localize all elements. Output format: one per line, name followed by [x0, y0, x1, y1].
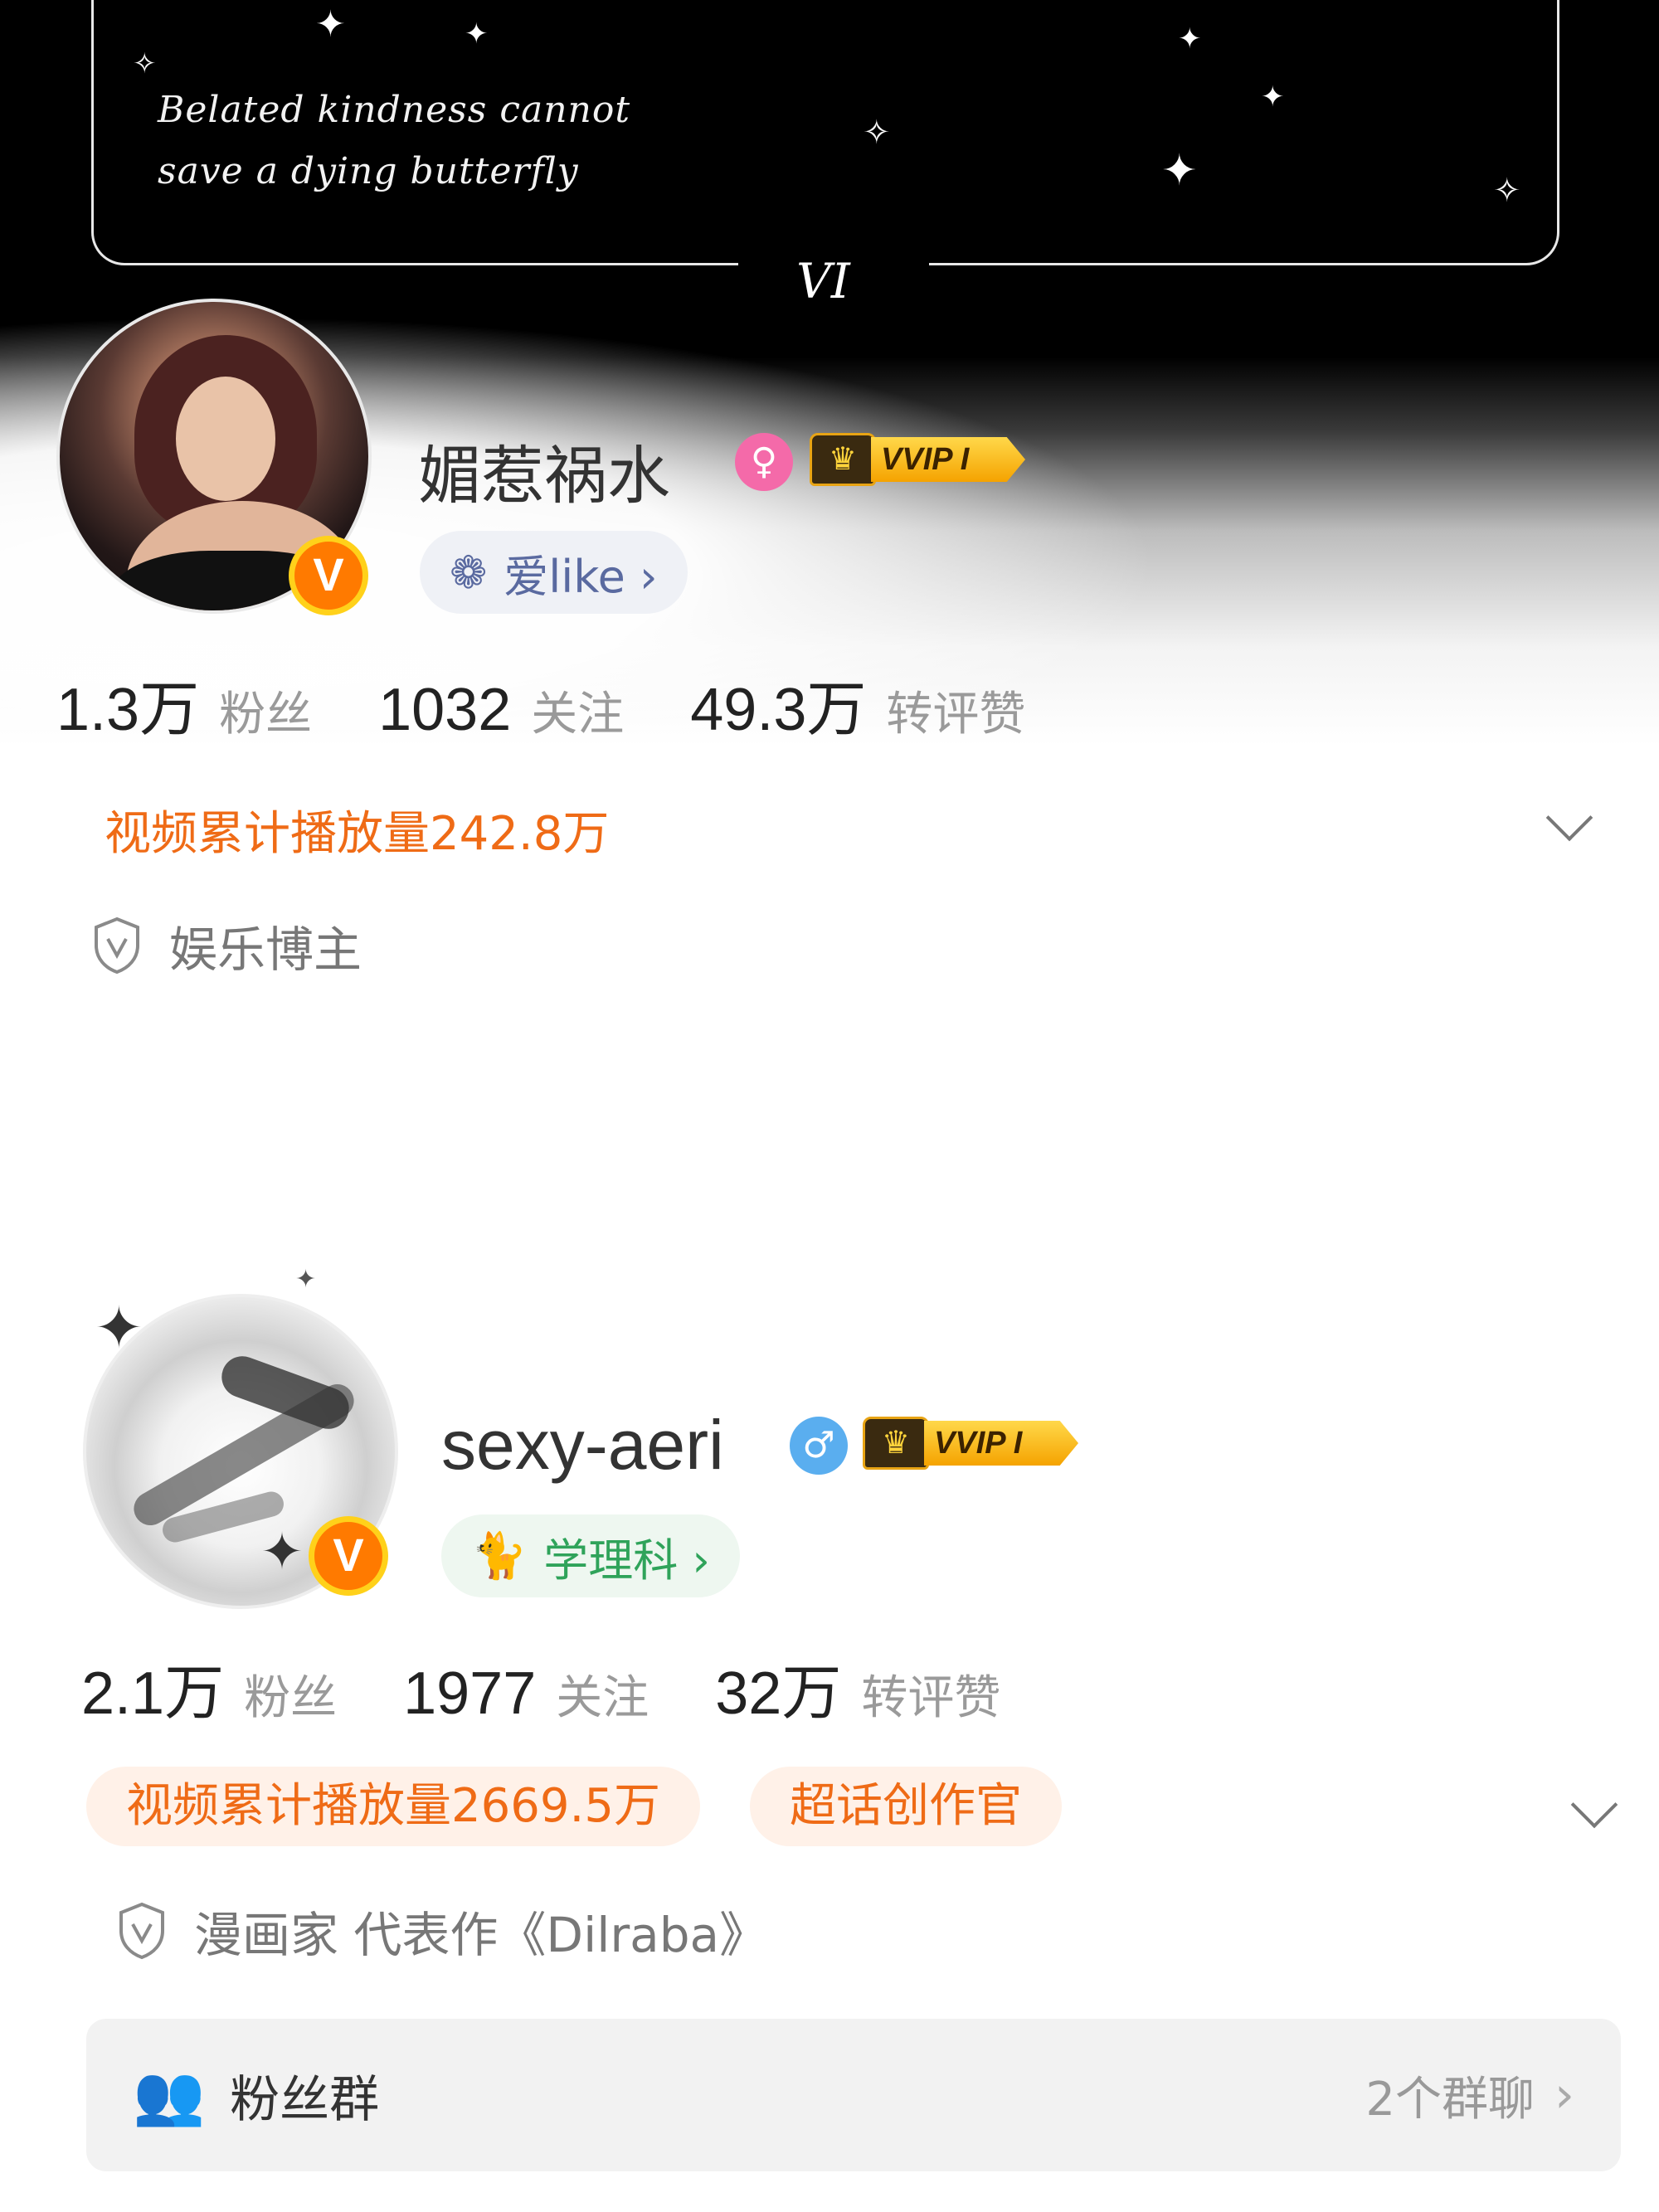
chevron-down-icon[interactable]	[1570, 1781, 1618, 1829]
sparkle-icon: ✦	[295, 1265, 317, 1294]
sparkle-icon: ✦	[465, 17, 489, 51]
female-icon: ♀	[735, 433, 793, 491]
chevron-right-icon: ›	[1554, 2066, 1574, 2124]
people-icon: 👥	[133, 2060, 206, 2129]
sparkle-icon: ✦	[260, 1521, 304, 1582]
shield-icon	[91, 916, 143, 975]
banner-mark: VI	[796, 253, 850, 309]
video-plays-tag[interactable]: 视频累计播放量242.8万	[105, 796, 609, 863]
vvip-badge[interactable]: ♛ VVIP I	[863, 1417, 1078, 1470]
stats-row: 1.3万 粉丝 1032 关注 49.3万 转评赞	[56, 660, 1092, 747]
sparkle-divider: ✦ ·✦· ✦ ·✦· ✦ ·✦· ✦ ·✦	[1012, 796, 1491, 830]
sparkle-icon: ✧	[1493, 172, 1521, 210]
vvip-badge[interactable]: ♛ VVIP I	[810, 433, 1025, 486]
stat-following[interactable]: 1977 关注	[403, 1660, 649, 1728]
cat-icon: 🐈	[471, 1529, 528, 1582]
sparkle-icon: ✦	[1161, 146, 1198, 196]
ornate-frame-right	[929, 0, 1559, 265]
fans-group-row[interactable]: 👥 粉丝群 2个群聊 ›	[86, 2019, 1621, 2171]
banner-quote: Belated kindness cannot save a dying but…	[158, 89, 631, 192]
username: 媚惹祸水	[418, 441, 670, 512]
stats-row: 2.1万 粉丝 1977 关注 32万 转评赞	[81, 1644, 1067, 1731]
male-icon: ♂	[790, 1417, 848, 1475]
verified-v-icon: V	[309, 1516, 388, 1596]
username: sexy-aeri	[441, 1406, 724, 1484]
verified-v-icon: V	[289, 536, 368, 615]
sparkle-icon: ✦	[1261, 80, 1285, 114]
stat-interactions[interactable]: 32万 转评赞	[715, 1644, 1000, 1731]
sparkle-icon: ✦	[315, 3, 346, 46]
flower-icon: ❁	[450, 546, 488, 599]
interest-tag-button[interactable]: ❁ 爱like ›	[420, 531, 688, 614]
stat-fans[interactable]: 1.3万 粉丝	[56, 660, 312, 747]
crown-icon: ♛	[810, 433, 876, 486]
sparkle-icon: ✦	[1178, 22, 1202, 56]
interest-tag-button[interactable]: 🐈 学理科 ›	[441, 1514, 741, 1597]
stat-following[interactable]: 1032 关注	[378, 676, 624, 744]
shield-icon	[116, 1901, 168, 1961]
stat-interactions[interactable]: 49.3万 转评赞	[690, 660, 1025, 747]
verified-info: 娱乐博主	[91, 911, 362, 980]
super-topic-creator-tag[interactable]: 超话创作官	[750, 1767, 1062, 1846]
crown-icon: ♛	[863, 1417, 929, 1470]
stat-fans[interactable]: 2.1万 粉丝	[81, 1644, 337, 1731]
verified-info: 漫画家 代表作《Dilraba》	[116, 1896, 767, 1966]
sparkle-icon: ✧	[133, 47, 157, 80]
video-plays-tag[interactable]: 视频累计播放量2669.5万	[86, 1767, 700, 1846]
sparkle-icon: ✧	[863, 114, 891, 152]
